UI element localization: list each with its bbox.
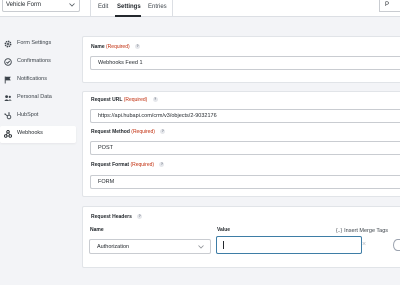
hubspot-icon: [4, 112, 12, 120]
preview-button[interactable]: P: [379, 0, 400, 12]
request-method-select[interactable]: POST: [90, 141, 400, 155]
preview-button-label: P: [385, 2, 390, 8]
header-name-select[interactable]: Authorization: [89, 239, 211, 254]
feed-name-input[interactable]: Webhooks Feed 1: [90, 56, 400, 70]
chevron-down-icon: [69, 3, 75, 7]
request-url-value: https://api.hubapi.com/crm/v3/objects/2-…: [98, 113, 217, 119]
sidebar-item-label: Personal Data: [17, 94, 52, 100]
sidebar-item-label: Notifications: [17, 76, 47, 82]
help-icon[interactable]: ?: [159, 162, 165, 168]
required-indicator: (Required): [106, 44, 130, 50]
request-format-value: FORM: [98, 179, 115, 185]
request-method-label-text: Request Method: [91, 129, 130, 135]
help-icon[interactable]: ?: [137, 214, 143, 220]
request-headers-label-text: Request Headers: [91, 214, 132, 220]
active-tab-indicator: [115, 15, 141, 17]
help-icon[interactable]: ?: [135, 44, 141, 50]
users-icon: [4, 95, 12, 101]
tab-entries[interactable]: Entries: [148, 4, 167, 10]
sidebar-item-confirmations[interactable]: Confirmations: [0, 54, 76, 71]
insert-merge-tags-label: Insert Merge Tags: [344, 228, 389, 234]
merge-tags-icon: {..}: [336, 228, 343, 234]
sidebar-item-form-settings[interactable]: Form Settings: [0, 36, 76, 53]
webhooks-icon: [4, 130, 12, 138]
top-bar: Vehicle Form Edit Settings Entries P: [0, 0, 400, 17]
request-format-label-text: Request Format: [91, 162, 130, 168]
sidebar-item-label: HubSpot: [17, 112, 39, 118]
required-indicator: (Required): [123, 97, 148, 103]
sidebar-item-hubspot[interactable]: HubSpot: [0, 108, 76, 125]
check-circle-icon: [4, 58, 12, 66]
name-field-label: Name (Required) ?: [91, 44, 141, 50]
insert-merge-tags-link[interactable]: {..} Insert Merge Tags: [336, 228, 388, 234]
required-indicator: (Required): [130, 162, 155, 168]
sidebar-item-label: Form Settings: [17, 40, 52, 46]
header-name-value: Authorization: [97, 244, 130, 250]
header-name-column-label: Name: [90, 227, 104, 233]
request-headers-label: Request Headers ?: [91, 214, 143, 220]
header-value-column-label: Value: [217, 227, 231, 233]
header-value-input[interactable]: ×: [216, 236, 366, 254]
request-method-value: POST: [98, 145, 113, 151]
name-label-text: Name: [91, 44, 105, 50]
sidebar-item-webhooks[interactable]: Webhooks: [0, 126, 76, 143]
divider: [90, 0, 91, 17]
tab-settings[interactable]: Settings: [117, 4, 141, 10]
clear-icon[interactable]: ×: [362, 241, 366, 248]
feed-name-panel: Name (Required) ? Webhooks Feed 1: [82, 36, 400, 83]
tab-edit[interactable]: Edit: [98, 4, 108, 10]
request-url-label-text: Request URL: [91, 97, 123, 103]
request-url-label: Request URL (Required) ?: [91, 97, 158, 103]
feed-name-value: Webhooks Feed 1: [98, 60, 143, 66]
help-icon[interactable]: ?: [152, 97, 158, 103]
gear-icon: [4, 40, 12, 48]
sidebar-item-notifications[interactable]: Notifications: [0, 72, 76, 89]
request-url-input[interactable]: https://api.hubapi.com/crm/v3/objects/2-…: [90, 109, 400, 123]
help-icon[interactable]: ?: [160, 129, 166, 135]
form-selector-value: Vehicle Form: [6, 2, 42, 8]
request-method-label: Request Method (Required) ?: [91, 129, 166, 135]
sidebar-item-personal-data[interactable]: Personal Data: [0, 90, 76, 107]
add-header-button[interactable]: [393, 239, 400, 251]
sidebar-item-label: Webhooks: [17, 130, 43, 136]
request-format-select[interactable]: FORM: [90, 175, 400, 189]
request-format-label: Request Format (Required) ?: [91, 162, 165, 168]
request-settings-panel: Request URL (Required) ? https://api.hub…: [82, 91, 400, 197]
flag-icon: [4, 76, 11, 84]
text-cursor: [223, 241, 224, 249]
chevron-down-icon: [198, 245, 204, 249]
sidebar-item-label: Confirmations: [17, 58, 51, 64]
divider: [172, 0, 173, 17]
form-selector[interactable]: Vehicle Form: [2, 0, 80, 12]
required-indicator: (Required): [131, 129, 155, 135]
